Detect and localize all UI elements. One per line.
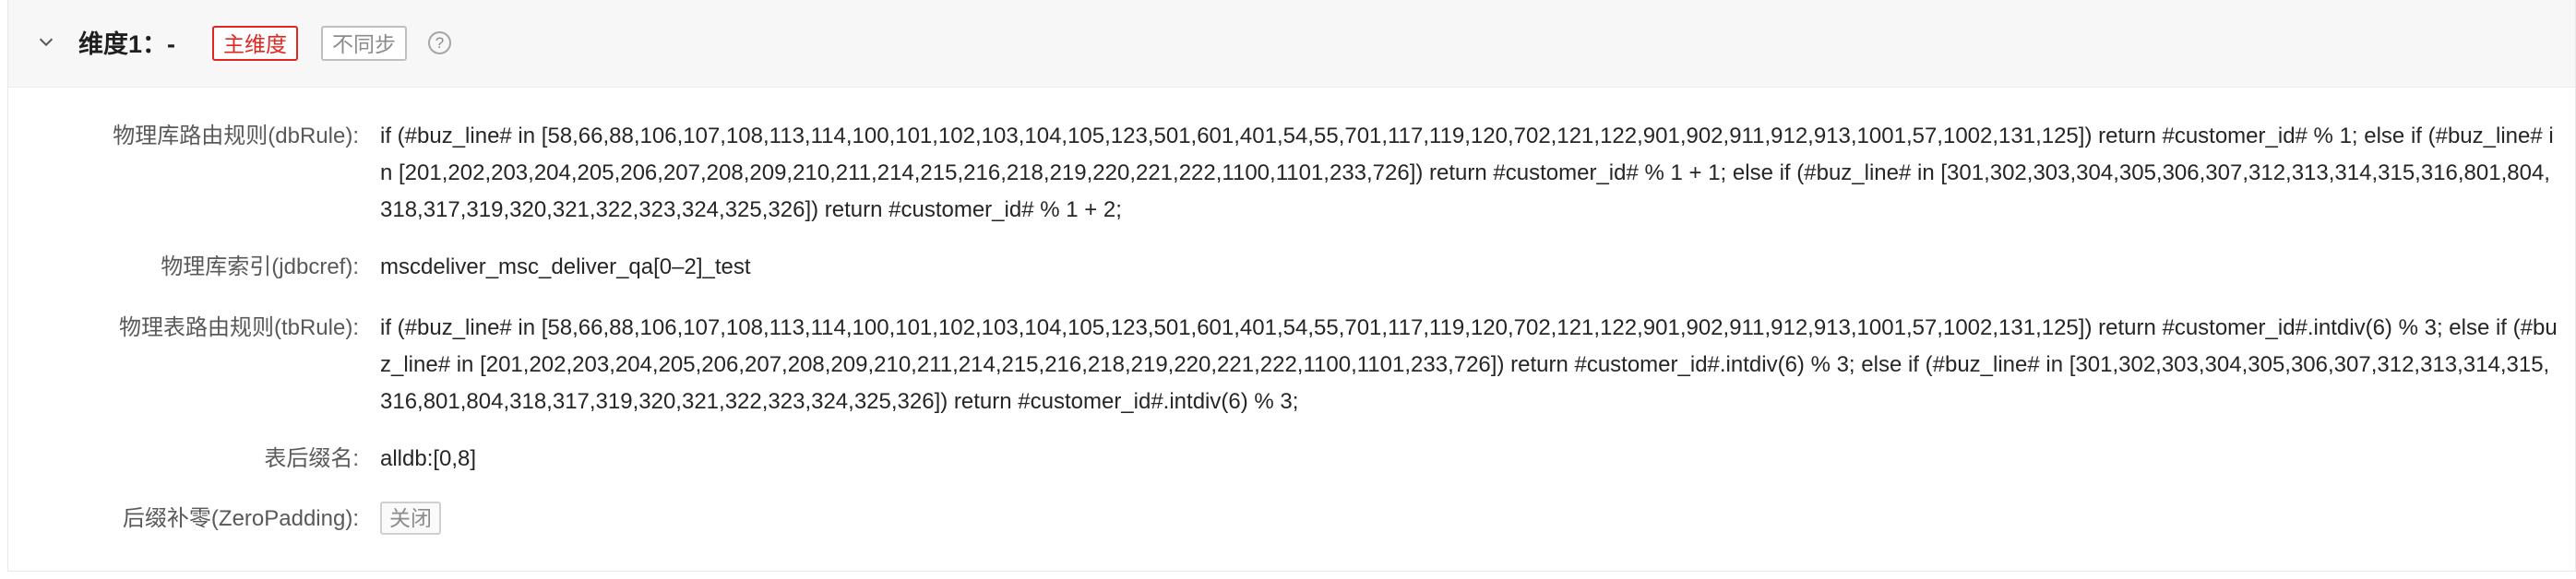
not-synced-badge: 不同步 (321, 26, 407, 61)
table-suffix-value: alldb:[0,8] (380, 446, 477, 471)
dimension-title: 维度1：- (78, 30, 176, 58)
jdbc-ref-value: mscdeliver_msc_deliver_qa[0–2]_test (380, 254, 751, 279)
zero-padding-value-wrap: 关闭 (380, 501, 2558, 538)
tb-rule-label: 物理表路由规则(tbRule): (118, 315, 359, 340)
table-suffix-label: 表后缀名: (264, 446, 359, 471)
zero-padding-switch[interactable]: 关闭 (380, 502, 441, 535)
db-rule-label: 物理库路由规则(dbRule): (113, 124, 359, 148)
zero-padding-label: 后缀补零(ZeroPadding): (122, 506, 359, 531)
question-circle-icon[interactable]: ? (428, 31, 451, 54)
main-dimension-badge: 主维度 (212, 26, 298, 61)
db-rule-value: if (#buz_line# in [58,66,88,106,107,108,… (380, 124, 2554, 222)
tb-rule-value: if (#buz_line# in [58,66,88,106,107,108,… (380, 315, 2558, 414)
chevron-down-icon[interactable] (32, 28, 60, 55)
dimension-panel: 维度1：- 主维度 不同步 ? 物理库路由规则(dbRule): if (#bu… (7, 0, 2576, 572)
jdbc-ref-label: 物理库索引(jdbcref): (161, 254, 359, 279)
dimension-header[interactable]: 维度1：- 主维度 不同步 ? (8, 0, 2575, 88)
